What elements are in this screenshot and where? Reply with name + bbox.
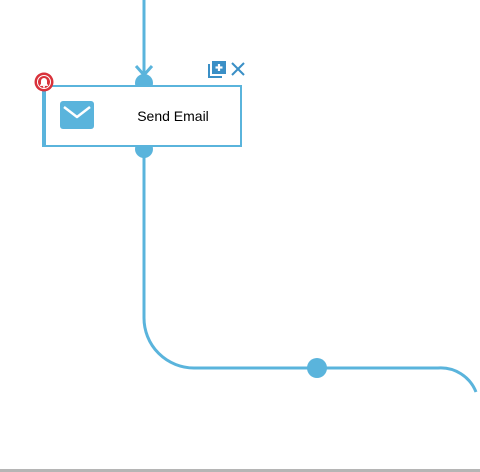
send-email-node[interactable]: Send Email: [42, 85, 242, 147]
add-copy-icon[interactable]: [207, 59, 227, 79]
close-icon[interactable]: [230, 61, 246, 77]
node-actions-toolbar: [207, 58, 246, 80]
node-label: Send Email: [137, 108, 209, 124]
alert-bell-icon[interactable]: [34, 72, 54, 92]
envelope-icon: [60, 101, 94, 129]
outgoing-connector-line[interactable]: [142, 150, 478, 393]
flow-canvas[interactable]: Send Email: [0, 0, 480, 472]
connector-midpoint-handle[interactable]: [307, 358, 327, 378]
